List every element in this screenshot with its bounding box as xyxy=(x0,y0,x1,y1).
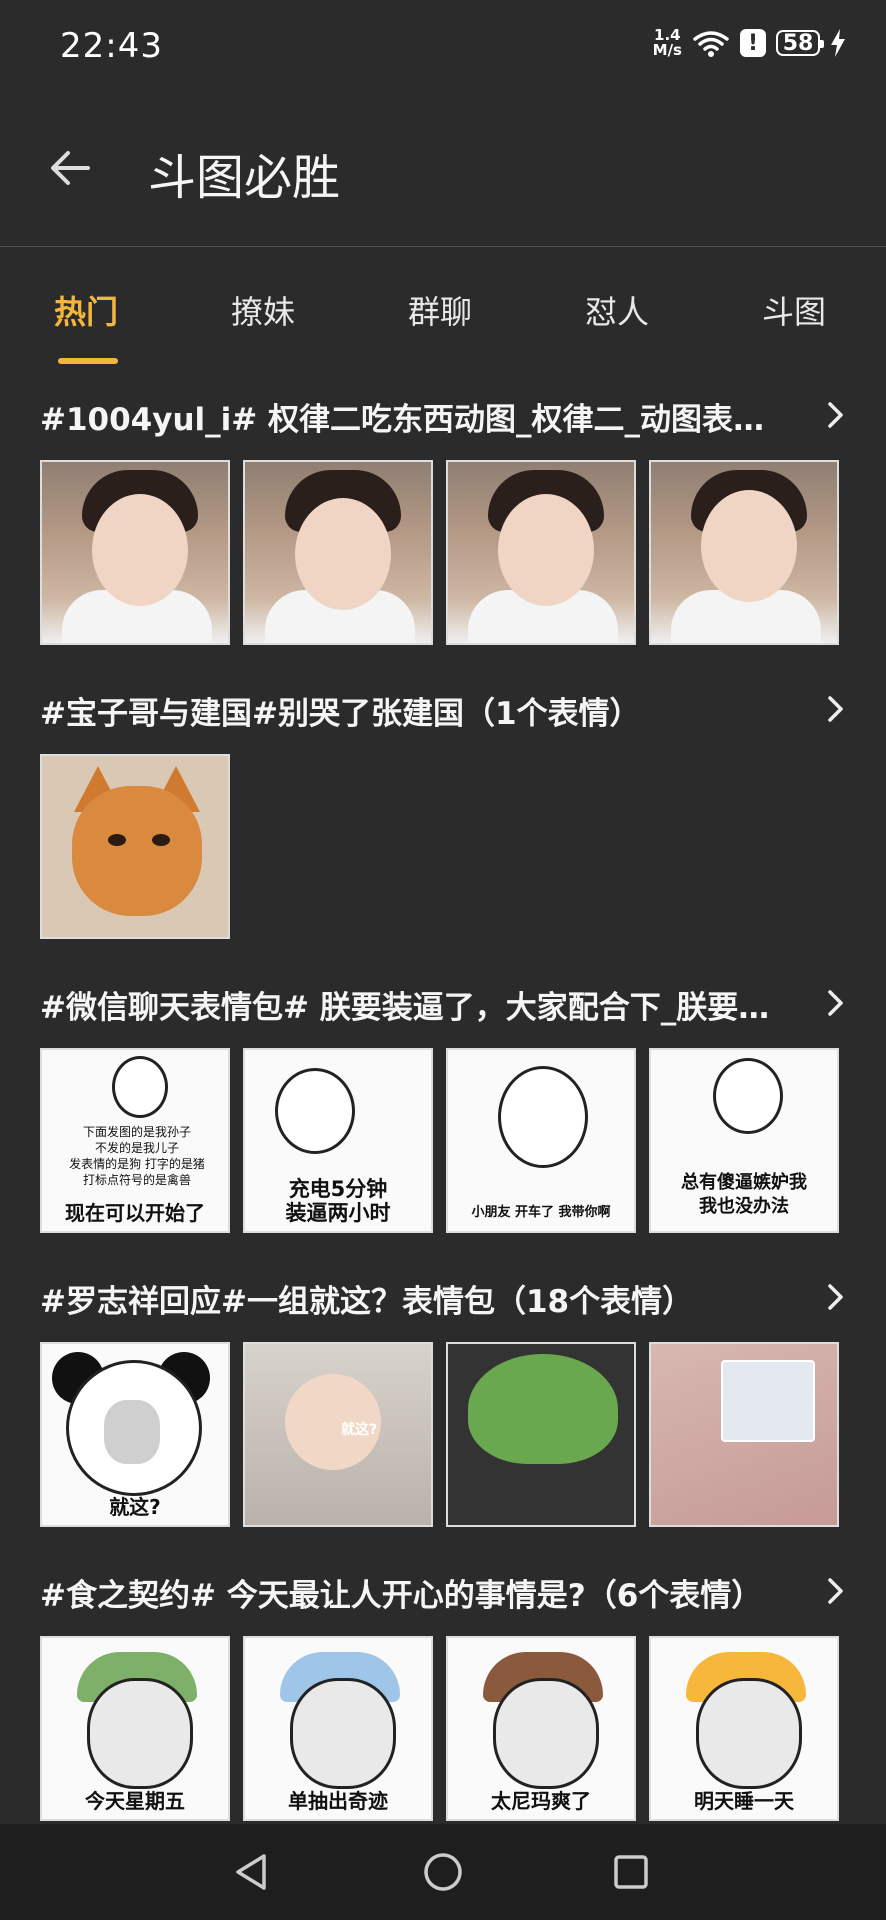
tab-active-indicator xyxy=(58,358,118,364)
status-time: 22:43 xyxy=(60,26,163,66)
meme-thumbnail[interactable] xyxy=(243,460,433,645)
meme-text-line: 打标点符号的是禽兽 xyxy=(82,1173,191,1187)
chevron-right-icon xyxy=(828,990,843,1016)
meme-text-line: 发表情的是狗 打字的是猪 xyxy=(69,1157,205,1171)
meme-text-line: 不发的是我儿子 xyxy=(94,1141,179,1155)
chevron-right-icon xyxy=(828,696,843,722)
meme-section: #宝子哥与建国#别哭了张建国（1个表情） xyxy=(0,682,886,939)
section-header[interactable]: #罗志祥回应#一组就这？表情包（18个表情） xyxy=(0,1270,886,1330)
network-speed: 1.4 M/s xyxy=(653,28,682,58)
meme-thumbnail[interactable]: 太尼玛爽了 xyxy=(446,1636,636,1821)
meme-caption: 就这? xyxy=(341,1422,378,1438)
section-title: #宝子哥与建国#别哭了张建国（1个表情） xyxy=(40,696,641,732)
section-header[interactable]: #1004yul_i# 权律二吃东西动图_权律二_动图表情包（4个表情） xyxy=(0,388,886,448)
meme-thumbnail[interactable] xyxy=(649,1342,839,1527)
meme-caption: 单抽出奇迹 xyxy=(288,1789,388,1813)
tab-hot[interactable]: 热门 xyxy=(54,287,118,333)
network-speed-unit: M/s xyxy=(652,41,682,59)
meme-thumbnail[interactable]: 今天星期五 xyxy=(40,1636,230,1821)
chevron-right-icon xyxy=(828,1578,843,1604)
alert-icon: ! xyxy=(740,29,766,57)
chevron-right-icon xyxy=(828,402,843,428)
meme-caption: 明天睡一天 xyxy=(694,1789,794,1813)
system-navigation-bar xyxy=(0,1824,886,1920)
section-title: #1004yul_i# 权律二吃东西动图_权律二_动图表情包（4个表情） xyxy=(40,402,780,438)
meme-thumbnail[interactable]: 明天睡一天 xyxy=(649,1636,839,1821)
meme-section: #微信聊天表情包# 朕要装逼了，大家配合下_朕要装逼了（4个表情） 下面发图的是… xyxy=(0,976,886,1233)
meme-thumbnail[interactable]: 单抽出奇迹 xyxy=(243,1636,433,1821)
thumbnail-row: 就这? 就这? xyxy=(40,1342,839,1527)
meme-caption: 小朋友 开车了 我带你啊 xyxy=(471,1205,611,1220)
thumbnail-row xyxy=(40,460,839,645)
meme-thumbnail[interactable] xyxy=(40,460,230,645)
meme-text-line: 下面发图的是我孙子 xyxy=(82,1125,191,1139)
app-header: 斗图必胜 xyxy=(0,96,886,247)
meme-caption: 今天星期五 xyxy=(85,1789,185,1813)
section-header[interactable]: #食之契约# 今天最让人开心的事情是?（6个表情） xyxy=(0,1564,886,1624)
meme-thumbnail[interactable] xyxy=(446,1342,636,1527)
status-icons: 1.4 M/s ! 58 xyxy=(653,28,846,58)
category-tabs: 热门 撩妹 群聊 怼人 斗图 xyxy=(0,247,886,367)
meme-thumbnail[interactable] xyxy=(40,754,230,939)
meme-thumbnail[interactable] xyxy=(446,460,636,645)
meme-thumbnail[interactable] xyxy=(649,460,839,645)
meme-caption: 总有傻逼嫉妒我 我也没办法 xyxy=(681,1172,807,1217)
meme-thumbnail[interactable]: 就这? xyxy=(243,1342,433,1527)
meme-thumbnail[interactable]: 小朋友 开车了 我带你啊 xyxy=(446,1048,636,1233)
section-title: #食之契约# 今天最让人开心的事情是?（6个表情） xyxy=(40,1578,763,1614)
chevron-right-icon xyxy=(828,1284,843,1310)
nav-back-icon[interactable] xyxy=(230,1850,274,1894)
meme-caption: 太尼玛爽了 xyxy=(491,1789,591,1813)
charging-icon xyxy=(831,29,845,57)
tab-flirt[interactable]: 撩妹 xyxy=(231,287,295,333)
page-title: 斗图必胜 xyxy=(148,150,341,206)
tab-roast[interactable]: 怼人 xyxy=(585,287,649,333)
section-title: #罗志祥回应#一组就这？表情包（18个表情） xyxy=(40,1284,694,1320)
tab-group-chat[interactable]: 群聊 xyxy=(408,287,472,333)
meme-section: #罗志祥回应#一组就这？表情包（18个表情） 就这? 就这? xyxy=(0,1270,886,1527)
meme-caption: 充电5分钟 装逼两小时 xyxy=(285,1177,391,1225)
section-header[interactable]: #微信聊天表情包# 朕要装逼了，大家配合下_朕要装逼了（4个表情） xyxy=(0,976,886,1036)
section-header[interactable]: #宝子哥与建国#别哭了张建国（1个表情） xyxy=(0,682,886,742)
wifi-icon xyxy=(693,31,729,57)
meme-caption: 就这? xyxy=(109,1495,161,1519)
tab-meme-battle[interactable]: 斗图 xyxy=(762,287,826,333)
thumbnail-row xyxy=(40,754,230,939)
section-title: #微信聊天表情包# 朕要装逼了，大家配合下_朕要装逼了（4个表情） xyxy=(40,990,780,1026)
meme-caption: 现在可以开始了 xyxy=(65,1201,205,1225)
meme-thumbnail[interactable]: 就这? xyxy=(40,1342,230,1527)
meme-thumbnail[interactable]: 下面发图的是我孙子 不发的是我儿子 发表情的是狗 打字的是猪 打标点符号的是禽兽… xyxy=(40,1048,230,1233)
battery-indicator: 58 xyxy=(776,30,824,56)
nav-recents-icon[interactable] xyxy=(609,1850,653,1894)
meme-section: #1004yul_i# 权律二吃东西动图_权律二_动图表情包（4个表情） xyxy=(0,388,886,645)
meme-section: #食之契约# 今天最让人开心的事情是?（6个表情） 今天星期五 单抽出奇迹 太尼… xyxy=(0,1564,886,1821)
meme-thumbnail[interactable]: 总有傻逼嫉妒我 我也没办法 xyxy=(649,1048,839,1233)
back-button[interactable] xyxy=(40,138,100,198)
nav-home-icon[interactable] xyxy=(421,1850,465,1894)
meme-thumbnail[interactable]: 充电5分钟 装逼两小时 xyxy=(243,1048,433,1233)
thumbnail-row: 今天星期五 单抽出奇迹 太尼玛爽了 明天睡一天 xyxy=(40,1636,839,1821)
back-arrow-icon xyxy=(51,151,90,185)
status-bar: 22:43 1.4 M/s ! 58 xyxy=(0,0,886,96)
thumbnail-row: 下面发图的是我孙子 不发的是我儿子 发表情的是狗 打字的是猪 打标点符号的是禽兽… xyxy=(40,1048,839,1233)
